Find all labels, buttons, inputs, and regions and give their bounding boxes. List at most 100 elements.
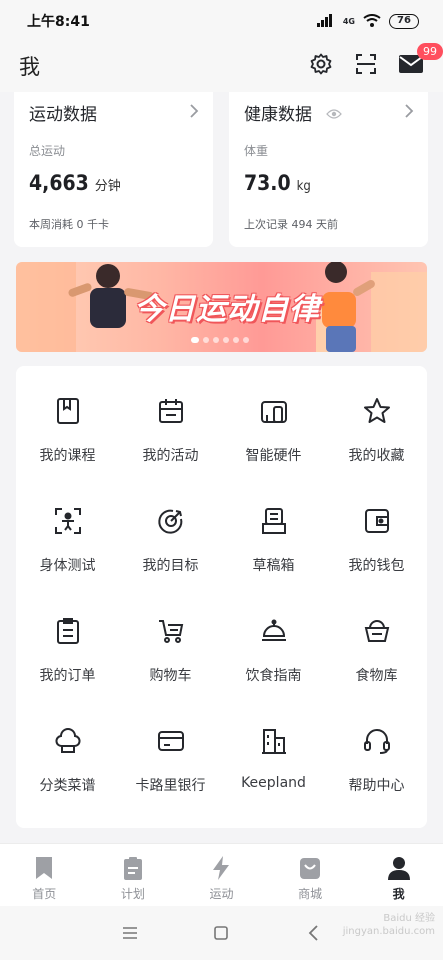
grid-label: 食物库 bbox=[355, 668, 398, 684]
status-time: 上午8:41 bbox=[27, 14, 90, 30]
grid-label: 我的课程 bbox=[39, 448, 96, 464]
calendar-icon bbox=[159, 399, 183, 423]
bookmark-icon bbox=[36, 857, 53, 879]
devices-icon bbox=[261, 401, 287, 423]
grid-label: 饮食指南 bbox=[245, 668, 302, 684]
mail-badge: 99 bbox=[417, 43, 443, 60]
eye-icon[interactable] bbox=[326, 105, 342, 124]
carousel-dot[interactable] bbox=[243, 337, 249, 343]
star-icon bbox=[364, 398, 390, 423]
grid-item-calorie-bank[interactable]: 卡路里银行 bbox=[119, 696, 222, 806]
grid-item-smart-hardware[interactable]: 智能硬件 bbox=[222, 366, 325, 476]
carousel-dot[interactable] bbox=[191, 337, 199, 343]
page-title: 我 bbox=[19, 55, 40, 79]
grid-label: 购物车 bbox=[149, 668, 192, 684]
chef-hat-icon bbox=[55, 728, 81, 753]
grid-label: 我的目标 bbox=[142, 558, 199, 574]
grid-label: 我的钱包 bbox=[348, 558, 405, 574]
promo-banner[interactable]: 今日运动自律 bbox=[16, 262, 427, 352]
tab-home[interactable]: 首页 bbox=[0, 844, 89, 906]
system-nav-bar: Baidu 经验 jingyan.baidu.com bbox=[0, 906, 443, 960]
bottom-tab-bar: 首页 计划 运动 商城 我 bbox=[0, 843, 443, 906]
cart-icon bbox=[159, 620, 184, 643]
tab-store[interactable]: 商城 bbox=[266, 844, 355, 906]
home-square-icon[interactable] bbox=[212, 924, 230, 942]
value-unit: kg bbox=[296, 179, 311, 194]
card-title: 运动数据 bbox=[29, 105, 97, 125]
signal-icon bbox=[316, 12, 335, 31]
grid-item-diet-guide[interactable]: 饮食指南 bbox=[222, 586, 325, 696]
grid-item-drafts[interactable]: 草稿箱 bbox=[222, 476, 325, 586]
tab-exercise[interactable]: 运动 bbox=[177, 844, 266, 906]
card-label: 体重 bbox=[244, 144, 269, 158]
tab-plan[interactable]: 计划 bbox=[89, 844, 178, 906]
grid-item-keepland[interactable]: Keepland bbox=[222, 696, 325, 806]
status-bar: 上午8:41 4G 76 bbox=[0, 0, 443, 40]
grid-item-help-center[interactable]: 帮助中心 bbox=[325, 696, 428, 806]
card-footer: 本周消耗 0 千卡 bbox=[29, 218, 109, 231]
header: 我 bbox=[0, 40, 443, 92]
grid-label: 智能硬件 bbox=[245, 448, 302, 464]
health-data-card[interactable]: 健康数据 体重 73.0 kg 上次记录 494 天前 bbox=[229, 92, 428, 247]
value-number: 73.0 bbox=[244, 171, 291, 195]
chevron-right-icon bbox=[404, 103, 414, 123]
tab-label: 计划 bbox=[120, 887, 145, 901]
gear-icon[interactable] bbox=[307, 50, 335, 78]
target-icon bbox=[158, 509, 183, 534]
book-icon bbox=[57, 398, 79, 424]
watermark-line2: jingyan.baidu.com bbox=[342, 926, 435, 937]
card-value: 4,663 分钟 bbox=[29, 171, 121, 195]
scan-icon[interactable] bbox=[352, 50, 380, 78]
grid-item-cart[interactable]: 购物车 bbox=[119, 586, 222, 696]
carousel-dot[interactable] bbox=[203, 337, 209, 343]
tab-label: 运动 bbox=[209, 887, 234, 901]
value-number: 4,663 bbox=[29, 171, 89, 195]
grid-item-my-activities[interactable]: 我的活动 bbox=[119, 366, 222, 476]
clipboard-icon bbox=[123, 857, 142, 880]
tab-me[interactable]: 我 bbox=[354, 844, 443, 906]
network-type: 4G bbox=[342, 17, 355, 26]
order-icon bbox=[57, 618, 79, 644]
status-icons: 4G 76 bbox=[316, 12, 419, 31]
grid-label: 草稿箱 bbox=[252, 558, 295, 574]
grid-label: 卡路里银行 bbox=[135, 778, 206, 794]
card-label: 总运动 bbox=[29, 144, 66, 158]
exercise-data-card[interactable]: 运动数据 总运动 4,663 分钟 本周消耗 0 千卡 bbox=[14, 92, 213, 247]
battery-indicator: 76 bbox=[389, 14, 419, 29]
card-value: 73.0 kg bbox=[244, 171, 311, 195]
grid-item-food-library[interactable]: 食物库 bbox=[325, 586, 428, 696]
grid-label: 我的活动 bbox=[142, 448, 199, 464]
carousel-dots bbox=[191, 337, 249, 343]
menu-icon[interactable] bbox=[121, 924, 139, 942]
headset-icon bbox=[364, 729, 390, 754]
grid-label: 我的订单 bbox=[39, 668, 96, 684]
grid-item-recipes[interactable]: 分类菜谱 bbox=[16, 696, 119, 806]
lightning-icon bbox=[213, 856, 230, 880]
tab-label: 我 bbox=[392, 887, 405, 901]
feature-grid: 我的课程 我的活动 智能硬件 我的收藏 身体测试 我的目标 草稿箱 我的钱包 我… bbox=[16, 366, 427, 828]
chevron-right-icon bbox=[189, 103, 199, 123]
wallet-icon bbox=[365, 509, 389, 533]
carousel-dot[interactable] bbox=[223, 337, 229, 343]
grid-label: 分类菜谱 bbox=[39, 778, 96, 794]
grid-item-my-orders[interactable]: 我的订单 bbox=[16, 586, 119, 696]
grid-label: 帮助中心 bbox=[348, 778, 405, 794]
carousel-dot[interactable] bbox=[213, 337, 219, 343]
drafts-icon bbox=[262, 508, 286, 534]
grid-item-my-goals[interactable]: 我的目标 bbox=[119, 476, 222, 586]
grid-item-my-favorites[interactable]: 我的收藏 bbox=[325, 366, 428, 476]
back-icon[interactable] bbox=[305, 924, 323, 942]
carousel-dot[interactable] bbox=[233, 337, 239, 343]
watermark-line1: Baidu 经验 bbox=[383, 913, 435, 924]
person-icon bbox=[387, 857, 410, 880]
shopping-bag-icon bbox=[300, 858, 321, 879]
building-icon bbox=[262, 729, 286, 754]
cloche-icon bbox=[262, 619, 286, 641]
grid-item-my-courses[interactable]: 我的课程 bbox=[16, 366, 119, 476]
banner-headline: 今日运动自律 bbox=[134, 292, 320, 327]
tab-label: 首页 bbox=[32, 887, 57, 901]
grid-item-my-wallet[interactable]: 我的钱包 bbox=[325, 476, 428, 586]
grid-item-body-test[interactable]: 身体测试 bbox=[16, 476, 119, 586]
card-icon bbox=[158, 731, 184, 751]
body-scan-icon bbox=[55, 508, 81, 534]
